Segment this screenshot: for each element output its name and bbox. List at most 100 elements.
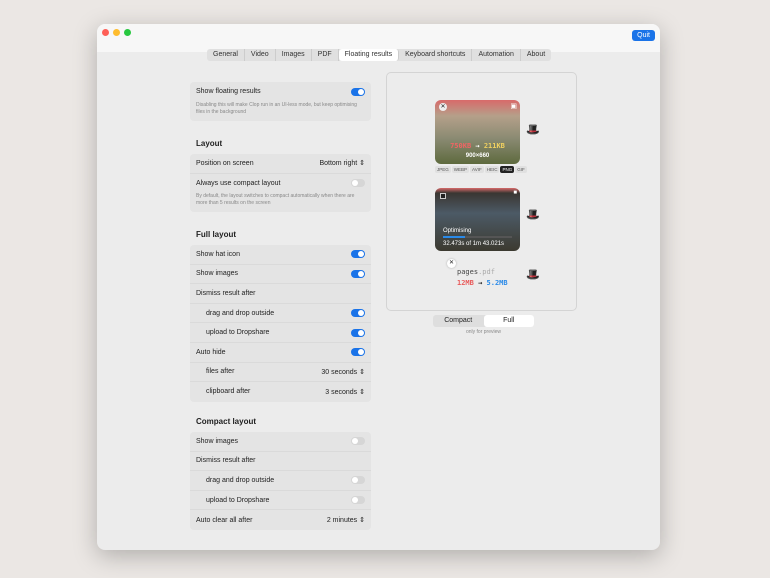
- stop-icon[interactable]: [440, 193, 446, 199]
- setting-row: drag and drop outside: [190, 304, 371, 324]
- setting-label: Dismiss result after: [196, 289, 256, 297]
- setting-select[interactable]: 3 seconds ⇕: [325, 388, 365, 396]
- position-select[interactable]: Bottom right ⇕: [319, 159, 365, 167]
- floating-results-group: Show floating results Disabling this wil…: [190, 82, 371, 121]
- format-button[interactable]: HEIC: [484, 166, 500, 173]
- settings-window: Quit General Video Images PDF Floating resul…: [97, 24, 660, 550]
- tab-keyboard-shortcuts[interactable]: Keyboard shortcuts: [399, 49, 473, 61]
- format-buttons: JPEG WEBP AVIF HEIC PNG GIF: [435, 166, 527, 173]
- setting-row: clipboard after 3 seconds ⇕: [190, 382, 371, 402]
- setting-toggle[interactable]: [351, 269, 365, 278]
- layout-segmented-control: Compact Full: [433, 315, 534, 327]
- video-status: Optimising: [443, 228, 472, 234]
- arrow: →: [475, 142, 480, 150]
- video-progress-bar: [443, 236, 512, 238]
- arrow: →: [478, 279, 483, 287]
- compact-layout-group: Show images Dismiss result after drag and …: [190, 432, 371, 530]
- tab-floating-results[interactable]: Floating results: [338, 49, 400, 61]
- setting-toggle[interactable]: [351, 250, 365, 259]
- setting-label: Show images: [196, 270, 239, 278]
- setting-select[interactable]: 30 seconds ⇕: [321, 368, 365, 376]
- tab-images[interactable]: Images: [276, 49, 312, 61]
- format-button[interactable]: AVIF: [470, 166, 484, 173]
- setting-label: files after: [206, 368, 235, 376]
- select-value: 3 seconds: [325, 388, 358, 396]
- setting-toggle[interactable]: [351, 476, 365, 485]
- pdf-result[interactable]: pages.pdf 12MB → 5.2MB: [457, 268, 508, 287]
- show-floating-results-toggle[interactable]: [351, 87, 365, 96]
- compact-layout-description: By default, the layout switches to compa…: [196, 193, 355, 207]
- setting-toggle[interactable]: [351, 328, 365, 337]
- setting-row: upload to Dropshare: [190, 323, 371, 343]
- show-floating-results-label: Show floating results: [196, 88, 261, 96]
- setting-row: files after 30 seconds ⇕: [190, 363, 371, 383]
- compact-layout-heading: Compact layout: [196, 417, 257, 426]
- setting-row: Dismiss result after: [190, 452, 371, 472]
- setting-row: drag and drop outside: [190, 471, 371, 491]
- full-layout-heading: Full layout: [196, 230, 236, 239]
- tab-pdf[interactable]: PDF: [312, 49, 339, 61]
- setting-label: upload to Dropshare: [206, 329, 270, 337]
- segment-compact[interactable]: Compact: [433, 315, 484, 327]
- image-dimensions: 900×660: [465, 153, 490, 159]
- hat-icon: 🎩: [526, 209, 540, 221]
- preview-panel: ✕ ▣ 750KB → 211KB 900×660 JPEG WEBP AVIF HE…: [386, 72, 577, 311]
- video-time: 32.473s of 1m 43.021s: [443, 241, 505, 247]
- setting-label: drag and drop outside: [206, 476, 275, 484]
- full-layout-group: Show hat icon Show images Dismiss result a…: [190, 245, 371, 402]
- pdf-size-to: 5.2MB: [486, 279, 508, 287]
- setting-toggle[interactable]: [351, 496, 365, 505]
- setting-toggle[interactable]: [351, 437, 365, 446]
- format-button[interactable]: GIF: [515, 166, 527, 173]
- setting-toggle[interactable]: [351, 348, 365, 357]
- pdf-size-from: 12MB: [457, 279, 474, 287]
- segment-full[interactable]: Full: [483, 315, 534, 327]
- position-value: Bottom right: [319, 160, 358, 168]
- setting-label: drag and drop outside: [206, 309, 275, 317]
- close-icon[interactable]: ✕: [439, 103, 447, 111]
- pdf-ext: .pdf: [478, 268, 495, 276]
- compact-layout-label: Always use compact layout: [196, 179, 281, 187]
- image-result-card[interactable]: ✕ ▣ 750KB → 211KB 900×660: [435, 100, 520, 164]
- image-icon: ▣: [510, 103, 517, 110]
- compact-layout-toggle[interactable]: [351, 179, 365, 188]
- tab-automation[interactable]: Automation: [472, 49, 521, 61]
- hat-icon: 🎩: [526, 269, 540, 281]
- setting-label: Auto clear all after: [196, 516, 253, 524]
- video-icon: ■: [513, 190, 517, 196]
- tab-bar: General Video Images PDF Floating results Key…: [207, 49, 552, 61]
- image-size-to: 211KB: [483, 142, 505, 150]
- setting-label: upload to Dropshare: [206, 496, 270, 504]
- floating-results-description: Disabling this will make Clop run in an …: [196, 101, 357, 115]
- tab-about[interactable]: About: [521, 49, 551, 61]
- image-size-from: 750KB: [450, 142, 472, 150]
- setting-row: Dismiss result after: [190, 284, 371, 304]
- setting-row: upload to Dropshare: [190, 491, 371, 511]
- close-window-button[interactable]: [102, 29, 109, 36]
- quit-button[interactable]: Quit: [632, 30, 655, 41]
- setting-row: Auto clear all after 2 minutes ⇕: [190, 510, 371, 530]
- setting-label: Dismiss result after: [196, 457, 256, 465]
- format-button[interactable]: PNG: [500, 166, 515, 173]
- setting-select[interactable]: 2 minutes ⇕: [327, 516, 365, 524]
- select-value: 2 minutes: [326, 517, 358, 525]
- format-button[interactable]: JPEG: [435, 166, 451, 173]
- tab-general[interactable]: General: [207, 49, 245, 61]
- pdf-name: pages: [457, 268, 479, 276]
- setting-row: Show hat icon: [190, 245, 371, 265]
- minimize-window-button[interactable]: [113, 29, 120, 36]
- setting-row: Show images: [190, 432, 371, 452]
- preview-note: only for preview: [465, 329, 501, 335]
- setting-label: clipboard after: [206, 388, 251, 396]
- setting-row: Auto hide: [190, 343, 371, 363]
- close-icon[interactable]: ✕: [447, 259, 456, 268]
- setting-toggle[interactable]: [351, 309, 365, 318]
- setting-row: Show images: [190, 265, 371, 285]
- format-button[interactable]: WEBP: [451, 166, 470, 173]
- zoom-window-button[interactable]: [124, 29, 131, 36]
- position-label: Position on screen: [196, 159, 254, 167]
- setting-label: Show images: [196, 437, 239, 445]
- video-result-card[interactable]: ■ Optimising 32.473s of 1m 43.021s: [435, 188, 520, 251]
- hat-icon: 🎩: [526, 124, 540, 136]
- tab-video[interactable]: Video: [245, 49, 276, 61]
